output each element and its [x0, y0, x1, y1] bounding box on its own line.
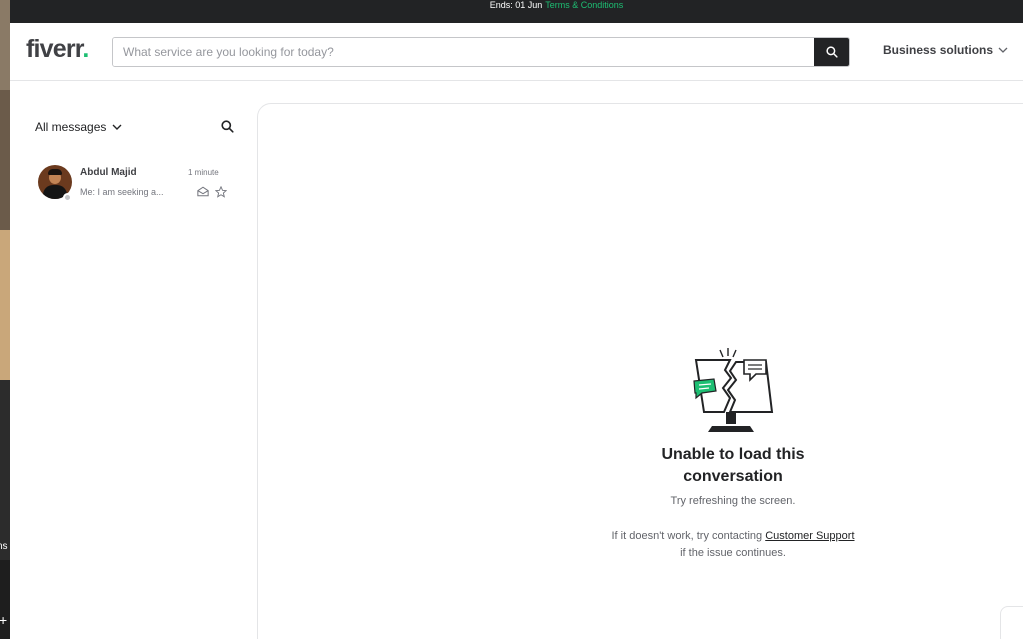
background-plus-icon: +	[0, 612, 8, 628]
star-icon[interactable]	[215, 186, 227, 198]
search-button[interactable]	[814, 38, 849, 66]
fiverr-logo[interactable]: fiverr.	[26, 35, 89, 64]
business-solutions-menu[interactable]: Business solutions	[883, 43, 1008, 57]
customer-support-link[interactable]: Customer Support	[765, 530, 854, 542]
chevron-down-icon	[112, 124, 122, 130]
offline-status-dot	[63, 193, 72, 202]
promo-bar: Ends: 01 Jun Terms & Conditions	[10, 0, 1023, 23]
logo-text: fiverr	[26, 35, 83, 63]
conversation-item[interactable]: Abdul Majid 1 minute Me: I am seeking a.…	[30, 157, 242, 207]
background-text: ns	[0, 541, 8, 552]
terms-link[interactable]: Terms & Conditions	[545, 0, 623, 10]
error-help-text: If it doesn't work, try contacting Custo…	[578, 528, 888, 562]
conversation-panel: Unable to load this conversation Try ref…	[257, 103, 1023, 639]
mark-unread-icon[interactable]	[197, 186, 209, 197]
header: fiverr. Business solutions	[10, 23, 1023, 81]
search-icon	[825, 46, 838, 58]
background-window-edge: ns +	[0, 0, 10, 639]
fiverr-inbox-app: Ends: 01 Jun Terms & Conditions fiverr. …	[10, 0, 1023, 639]
error-subtitle: Try refreshing the screen.	[670, 495, 796, 507]
conversation-time: 1 minute	[188, 168, 219, 177]
chevron-down-icon	[998, 47, 1008, 53]
broken-chat-illustration	[693, 348, 774, 432]
error-title: Unable to load this conversation	[661, 446, 805, 485]
search-input[interactable]	[113, 38, 814, 66]
promo-text: Ends: 01 Jun	[489, 0, 543, 10]
conversation-actions	[197, 186, 227, 198]
conversation-sidebar: All messages Abdul Majid 1 minute Me: I …	[10, 82, 256, 639]
logo-dot: .	[82, 35, 89, 63]
conversation-preview: Me: I am seeking a...	[80, 187, 164, 197]
all-messages-label: All messages	[35, 120, 107, 134]
search-bar	[112, 37, 850, 67]
business-solutions-label: Business solutions	[883, 43, 994, 57]
conversation-search-button[interactable]	[221, 120, 234, 138]
all-messages-filter[interactable]: All messages	[35, 120, 122, 134]
help-suffix: if the issue continues.	[680, 547, 786, 559]
help-prefix: If it doesn't work, try contacting	[611, 530, 766, 542]
conversation-name: Abdul Majid	[80, 167, 137, 178]
search-icon	[221, 120, 234, 133]
corner-widget[interactable]	[1000, 606, 1023, 639]
